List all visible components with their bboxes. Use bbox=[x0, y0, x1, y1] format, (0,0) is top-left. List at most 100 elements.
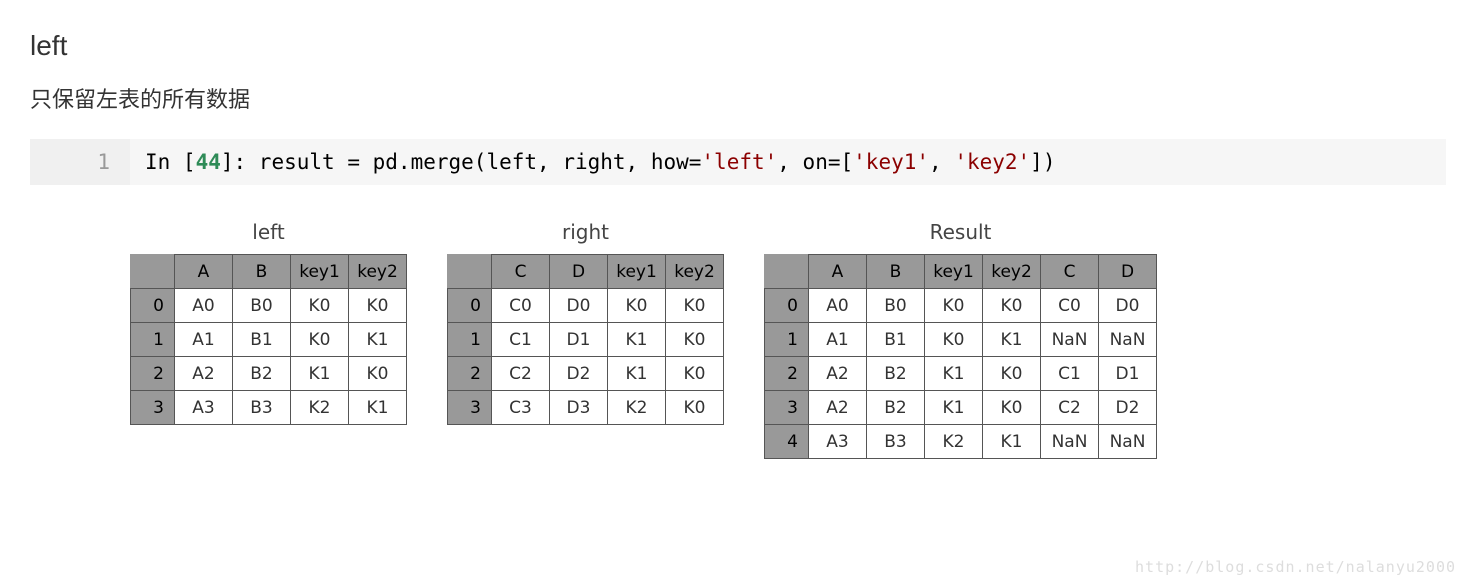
table-cell: A3 bbox=[175, 391, 233, 425]
table-row: 0C0D0K0K0 bbox=[448, 289, 724, 323]
table-cell: NaN bbox=[1041, 323, 1099, 357]
watermark: http://blog.csdn.net/nalanyu2000 bbox=[1135, 558, 1456, 576]
table-cell: B1 bbox=[233, 323, 291, 357]
table-row: 1A1B1K0K1NaNNaN bbox=[765, 323, 1157, 357]
table-row-index: 2 bbox=[765, 357, 809, 391]
table-cell: K0 bbox=[666, 357, 724, 391]
table-row-index: 0 bbox=[131, 289, 175, 323]
code-token: = bbox=[828, 150, 841, 174]
table-cell: K0 bbox=[925, 289, 983, 323]
table-column-header: A bbox=[809, 255, 867, 289]
table-cell: D2 bbox=[550, 357, 608, 391]
table-row-index: 0 bbox=[765, 289, 809, 323]
code-token: , how bbox=[626, 150, 689, 174]
table-row-index: 1 bbox=[131, 323, 175, 357]
table-cell: K2 bbox=[291, 391, 349, 425]
section-description: 只保留左表的所有数据 bbox=[30, 82, 1446, 114]
table-column-header: C bbox=[492, 255, 550, 289]
table-row: 2A2B2K1K0 bbox=[131, 357, 407, 391]
table-cell: B2 bbox=[867, 391, 925, 425]
table-result-title: Result bbox=[930, 220, 992, 244]
table-column-header: D bbox=[550, 255, 608, 289]
table-row: 2C2D2K1K0 bbox=[448, 357, 724, 391]
table-cell: D0 bbox=[1099, 289, 1157, 323]
code-token: , bbox=[537, 150, 562, 174]
table-row: 1A1B1K0K1 bbox=[131, 323, 407, 357]
code-token: ( bbox=[474, 150, 487, 174]
table-cell: B3 bbox=[867, 425, 925, 459]
code-token: pd bbox=[360, 150, 398, 174]
table-row-index: 1 bbox=[765, 323, 809, 357]
code-token: In [ bbox=[145, 150, 196, 174]
code-token: 'left' bbox=[701, 150, 777, 174]
table-left-title: left bbox=[252, 220, 284, 244]
table-cell: NaN bbox=[1041, 425, 1099, 459]
table-row: 1C1D1K1K0 bbox=[448, 323, 724, 357]
table-cell: K1 bbox=[925, 357, 983, 391]
table-cell: K0 bbox=[983, 289, 1041, 323]
table-cell: K0 bbox=[608, 289, 666, 323]
table-row-index: 3 bbox=[765, 391, 809, 425]
code-token: ) bbox=[1043, 150, 1056, 174]
table-column-header: key2 bbox=[349, 255, 407, 289]
table-column-header: key2 bbox=[983, 255, 1041, 289]
code-token: 44 bbox=[196, 150, 221, 174]
table-column-header: B bbox=[233, 255, 291, 289]
table-cell: C1 bbox=[1041, 357, 1099, 391]
table-row-index: 4 bbox=[765, 425, 809, 459]
table-row-index: 2 bbox=[448, 357, 492, 391]
table-cell: NaN bbox=[1099, 425, 1157, 459]
table-corner bbox=[765, 255, 809, 289]
table-cell: K0 bbox=[666, 391, 724, 425]
table-cell: A1 bbox=[809, 323, 867, 357]
table-cell: A0 bbox=[175, 289, 233, 323]
table-column-header: C bbox=[1041, 255, 1099, 289]
table-cell: A2 bbox=[175, 357, 233, 391]
table-cell: B0 bbox=[233, 289, 291, 323]
code-token: 'key1' bbox=[853, 150, 929, 174]
code-content: In [44]: result = pd.merge(left, right, … bbox=[130, 139, 1070, 185]
table-cell: C3 bbox=[492, 391, 550, 425]
table-cell: K0 bbox=[925, 323, 983, 357]
table-cell: B0 bbox=[867, 289, 925, 323]
table-cell: C2 bbox=[1041, 391, 1099, 425]
table-cell: D3 bbox=[550, 391, 608, 425]
table-cell: K1 bbox=[291, 357, 349, 391]
table-cell: A1 bbox=[175, 323, 233, 357]
table-column-header: key1 bbox=[608, 255, 666, 289]
table-cell: C1 bbox=[492, 323, 550, 357]
table-left: ABkey1key20A0B0K0K01A1B1K0K12A2B2K1K03A3… bbox=[130, 254, 407, 425]
code-token: merge bbox=[411, 150, 474, 174]
table-cell: A3 bbox=[809, 425, 867, 459]
code-token: 'key2' bbox=[954, 150, 1030, 174]
table-column-header: key1 bbox=[291, 255, 349, 289]
table-left-group: left ABkey1key20A0B0K0K01A1B1K0K12A2B2K1… bbox=[130, 220, 407, 425]
table-cell: K0 bbox=[983, 357, 1041, 391]
table-column-header: key2 bbox=[666, 255, 724, 289]
table-row-index: 3 bbox=[448, 391, 492, 425]
table-cell: D2 bbox=[1099, 391, 1157, 425]
table-cell: K1 bbox=[983, 425, 1041, 459]
table-column-header: key1 bbox=[925, 255, 983, 289]
code-token: . bbox=[398, 150, 411, 174]
table-cell: D1 bbox=[1099, 357, 1157, 391]
table-row-index: 2 bbox=[131, 357, 175, 391]
table-cell: D1 bbox=[550, 323, 608, 357]
table-cell: B2 bbox=[233, 357, 291, 391]
code-token: , on bbox=[777, 150, 828, 174]
table-cell: K0 bbox=[666, 323, 724, 357]
table-column-header: B bbox=[867, 255, 925, 289]
table-cell: C0 bbox=[1041, 289, 1099, 323]
table-cell: K1 bbox=[608, 323, 666, 357]
table-cell: A2 bbox=[809, 357, 867, 391]
table-cell: K1 bbox=[608, 357, 666, 391]
tables-container: left ABkey1key20A0B0K0K01A1B1K0K12A2B2K1… bbox=[30, 220, 1446, 459]
table-right: CDkey1key20C0D0K0K01C1D1K1K02C2D2K1K03C3… bbox=[447, 254, 724, 425]
table-result-group: Result ABkey1key2CD0A0B0K0K0C0D01A1B1K0K… bbox=[764, 220, 1157, 459]
table-cell: K0 bbox=[666, 289, 724, 323]
table-row: 4A3B3K2K1NaNNaN bbox=[765, 425, 1157, 459]
table-cell: K0 bbox=[349, 289, 407, 323]
table-cell: K1 bbox=[349, 323, 407, 357]
table-cell: K0 bbox=[983, 391, 1041, 425]
code-token: , bbox=[929, 150, 954, 174]
